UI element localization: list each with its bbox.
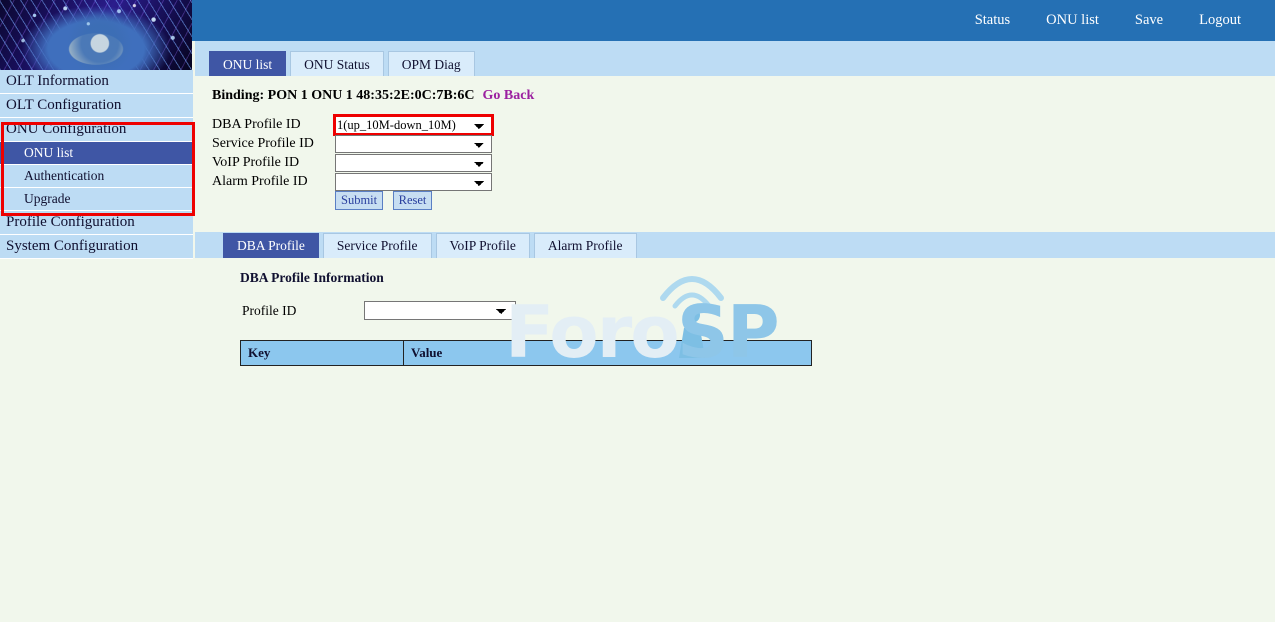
submit-button[interactable]: Submit <box>335 191 383 210</box>
profile-id-select[interactable] <box>364 301 516 320</box>
profile-tabstrip: DBA Profile Service Profile VoIP Profile… <box>195 232 1275 258</box>
tab-service-profile[interactable]: Service Profile <box>323 233 432 258</box>
tab-dba-profile[interactable]: DBA Profile <box>223 233 319 258</box>
alarm-profile-id-wrap <box>335 173 492 191</box>
service-profile-id-wrap <box>335 135 492 153</box>
nav-save[interactable]: Save <box>1117 0 1181 41</box>
top-navigation: Status ONU list Save Logout <box>957 0 1259 41</box>
label-alarm-profile-id: Alarm Profile ID <box>212 172 335 191</box>
sidebar: OLT Information OLT Configuration ONU Co… <box>0 70 193 259</box>
profile-binding-form: DBA Profile ID 1(up_10M-down_10M) Servic… <box>212 115 1275 210</box>
page-root: Status ONU list Save Logout OLT Informat… <box>0 0 1275 622</box>
label-service-profile-id: Service Profile ID <box>212 134 335 153</box>
nav-logout[interactable]: Logout <box>1181 0 1259 41</box>
cell-alarm-profile-id <box>335 172 492 191</box>
voip-profile-id-select[interactable] <box>335 154 492 172</box>
reset-button[interactable]: Reset <box>393 191 433 210</box>
dba-profile-panel: DBA Profile Information Profile ID <box>195 258 1275 366</box>
cell-dba-profile-id: 1(up_10M-down_10M) <box>335 115 492 134</box>
voip-profile-id-wrap <box>335 154 492 172</box>
tab-onu-list[interactable]: ONU list <box>209 51 286 76</box>
form-row-alarm: Alarm Profile ID <box>212 172 492 191</box>
label-dba-profile-id: DBA Profile ID <box>212 115 335 134</box>
tab-voip-profile[interactable]: VoIP Profile <box>436 233 530 258</box>
profile-id-row: Profile ID <box>240 299 518 322</box>
main-tabstrip: ONU list ONU Status OPM Diag <box>195 41 1275 76</box>
tab-opm-diag[interactable]: OPM Diag <box>388 51 475 76</box>
alarm-profile-id-select[interactable] <box>335 173 492 191</box>
service-profile-id-select[interactable] <box>335 135 492 153</box>
sidebar-item-onu-configuration[interactable]: ONU Configuration <box>0 118 193 142</box>
dba-profile-id-select[interactable]: 1(up_10M-down_10M) <box>335 116 492 134</box>
cell-voip-profile-id <box>335 153 492 172</box>
dba-profile-id-highlight: 1(up_10M-down_10M) <box>335 116 492 134</box>
nav-status[interactable]: Status <box>957 0 1028 41</box>
go-back-link[interactable]: Go Back <box>483 88 535 103</box>
main-content: ONU list ONU Status OPM Diag Binding: PO… <box>195 41 1275 622</box>
profile-id-tr: Profile ID <box>242 301 516 320</box>
table-header-row: Key Value <box>241 341 812 366</box>
onu-list-panel: Binding: PON 1 ONU 1 48:35:2E:0C:7B:6C Go… <box>195 76 1275 366</box>
label-voip-profile-id: VoIP Profile ID <box>212 153 335 172</box>
form-row-buttons: Submit Reset <box>212 191 492 210</box>
sidebar-item-olt-configuration[interactable]: OLT Configuration <box>0 94 193 118</box>
form-bottom-spacer <box>195 210 1275 232</box>
tab-onu-status[interactable]: ONU Status <box>290 51 384 76</box>
label-profile-id: Profile ID <box>242 301 362 320</box>
form-buttons: Submit Reset <box>335 191 492 210</box>
profile-binding-table: DBA Profile ID 1(up_10M-down_10M) Servic… <box>212 115 492 210</box>
dba-profile-information-title: DBA Profile Information <box>195 258 1275 286</box>
sidebar-item-authentication[interactable]: Authentication <box>0 165 193 188</box>
nav-onu-list[interactable]: ONU list <box>1028 0 1117 41</box>
sidebar-item-system-configuration[interactable]: System Configuration <box>0 235 193 259</box>
globe-fiber-logo-icon <box>0 0 192 70</box>
column-header-value: Value <box>404 341 812 366</box>
sidebar-item-onu-list[interactable]: ONU list <box>0 142 193 165</box>
sidebar-item-profile-configuration[interactable]: Profile Configuration <box>0 211 193 235</box>
sidebar-item-upgrade[interactable]: Upgrade <box>0 188 193 211</box>
cell-profile-id <box>364 301 516 320</box>
form-row-service: Service Profile ID <box>212 134 492 153</box>
binding-label: Binding: PON 1 ONU 1 48:35:2E:0C:7B:6C <box>212 88 475 103</box>
tab-alarm-profile[interactable]: Alarm Profile <box>534 233 637 258</box>
sidebar-item-olt-information[interactable]: OLT Information <box>0 70 193 94</box>
form-row-voip: VoIP Profile ID <box>212 153 492 172</box>
binding-line: Binding: PON 1 ONU 1 48:35:2E:0C:7B:6C Go… <box>195 76 1275 104</box>
column-header-key: Key <box>241 341 404 366</box>
key-value-table: Key Value <box>240 340 812 366</box>
cell-service-profile-id <box>335 134 492 153</box>
key-value-table-head: Key Value <box>241 341 812 366</box>
buttons-spacer <box>212 191 335 210</box>
form-row-dba: DBA Profile ID 1(up_10M-down_10M) <box>212 115 492 134</box>
